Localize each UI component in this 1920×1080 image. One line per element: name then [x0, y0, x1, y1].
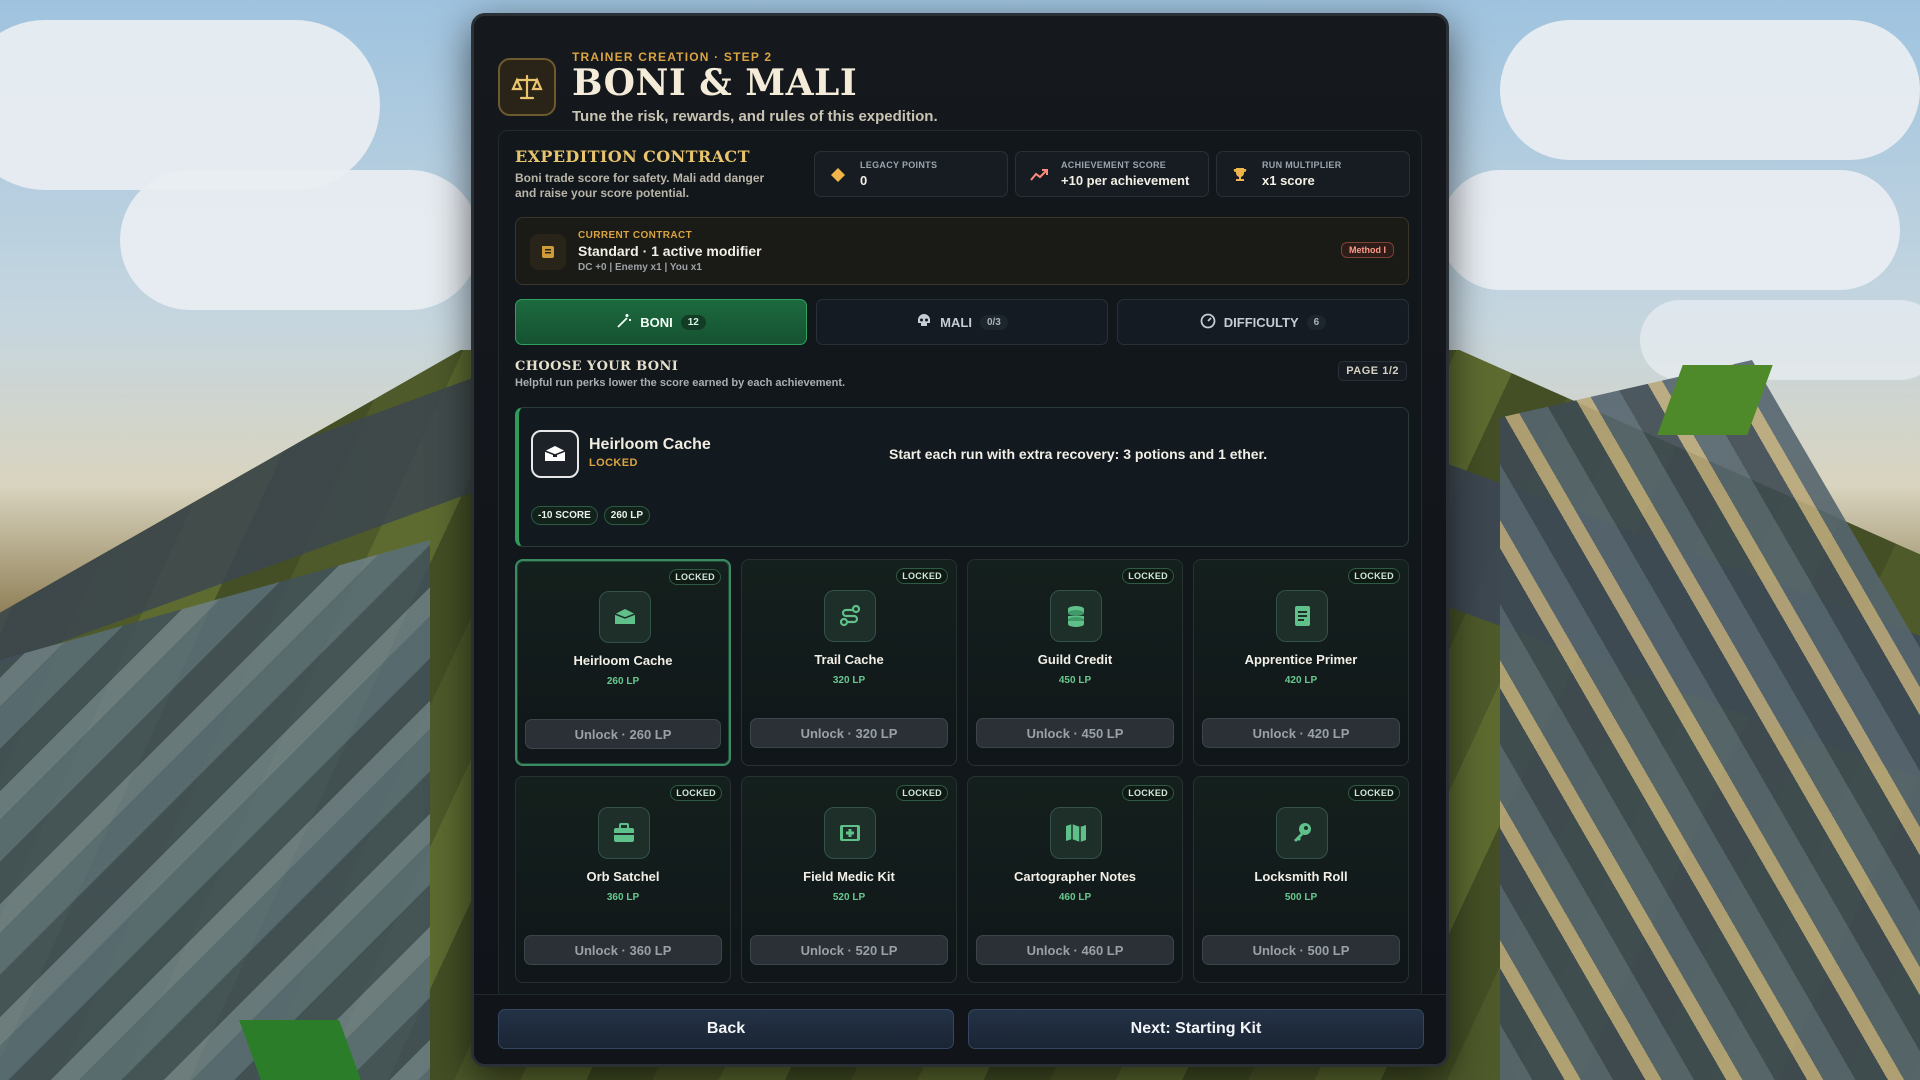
lp-chip: 260 LP: [603, 506, 651, 525]
perk-card-heirloom-cache[interactable]: LOCKED Heirloom Cache 260 LP Unlock · 26…: [515, 559, 731, 766]
unlock-button[interactable]: Unlock · 500 LP: [1202, 935, 1400, 965]
unlock-button[interactable]: Unlock · 460 LP: [976, 935, 1174, 965]
panel-header: TRAINER CREATION · STEP 2 BONI & MALI Tu…: [498, 44, 1422, 134]
panel-footer: Back Next: Starting Kit: [474, 994, 1446, 1064]
score-chip: -10 SCORE: [531, 506, 598, 525]
perk-card-guild-credit[interactable]: LOCKED Guild Credit 450 LP Unlock · 450 …: [967, 559, 1183, 766]
section-title: CHOOSE YOUR BONI: [515, 359, 679, 374]
tab-boni[interactable]: BONI 12: [515, 299, 807, 345]
perk-card-name: Field Medic Kit: [803, 869, 895, 884]
wand-icon: [616, 313, 632, 332]
diamond-icon: [827, 164, 849, 186]
legacy-points-value: 0: [860, 173, 868, 188]
locked-badge: LOCKED: [1122, 785, 1174, 801]
back-button[interactable]: Back: [498, 1009, 954, 1049]
chest-icon: [599, 591, 651, 643]
perk-card-cartographer-notes[interactable]: LOCKED Cartographer Notes 460 LP Unlock …: [967, 776, 1183, 983]
perk-card-trail-cache[interactable]: LOCKED Trail Cache 320 LP Unlock · 320 L…: [741, 559, 957, 766]
tab-mali[interactable]: MALI 0/3: [816, 299, 1108, 345]
unlock-button[interactable]: Unlock · 320 LP: [750, 718, 948, 748]
locked-badge: LOCKED: [1122, 568, 1174, 584]
tab-difficulty[interactable]: DIFFICULTY 6: [1117, 299, 1409, 345]
perk-card-cost: 420 LP: [1284, 675, 1318, 686]
tab-difficulty-count: 6: [1306, 314, 1327, 330]
trend-icon: [1028, 164, 1050, 186]
perk-card-cost: 360 LP: [606, 892, 640, 903]
unlock-button[interactable]: Unlock · 420 LP: [1202, 718, 1400, 748]
run-multiplier-value: x1 score: [1262, 173, 1315, 188]
perk-card-name: Heirloom Cache: [573, 653, 673, 668]
perk-name: Heirloom Cache: [589, 436, 711, 453]
next-button[interactable]: Next: Starting Kit: [968, 1009, 1424, 1049]
locked-badge: LOCKED: [1348, 785, 1400, 801]
perk-card-field-medic-kit[interactable]: LOCKED Field Medic Kit 520 LP Unlock · 5…: [741, 776, 957, 983]
book-icon: [1276, 590, 1328, 642]
perk-card-name: Apprentice Primer: [1244, 652, 1358, 667]
perk-description: Start each run with extra recovery: 3 po…: [889, 446, 1268, 462]
current-contract-card: CURRENT CONTRACT Standard · 1 active mod…: [515, 217, 1409, 285]
tab-boni-count: 12: [680, 314, 706, 330]
contract-content: EXPEDITION CONTRACT Boni trade score for…: [498, 130, 1422, 1010]
page-title: BONI & MALI: [572, 62, 858, 104]
perk-card-name: Trail Cache: [814, 652, 884, 667]
selected-perk-detail: Heirloom Cache LOCKED Start each run wit…: [515, 407, 1409, 547]
coins-icon: [1050, 590, 1102, 642]
skull-icon: [916, 313, 932, 332]
tab-mali-count: 0/3: [979, 314, 1008, 330]
unlock-button[interactable]: Unlock · 520 LP: [750, 935, 948, 965]
achievement-score-value: +10 per achievement: [1061, 173, 1190, 188]
route-icon: [824, 590, 876, 642]
perk-card-name: Cartographer Notes: [1013, 869, 1137, 884]
perk-card-cost: 520 LP: [832, 892, 866, 903]
stat-legacy-points: LEGACY POINTS 0: [814, 151, 1008, 197]
locked-badge: LOCKED: [896, 785, 948, 801]
page-subtitle: Tune the risk, rewards, and rules of thi…: [572, 108, 938, 125]
perk-status: LOCKED: [589, 457, 638, 469]
contract-title: EXPEDITION CONTRACT: [515, 147, 750, 166]
map-icon: [1050, 807, 1102, 859]
perk-card-cost: 500 LP: [1284, 892, 1318, 903]
medkit-icon: [824, 807, 876, 859]
briefcase-icon: [598, 807, 650, 859]
perk-card-name: Guild Credit: [1037, 652, 1113, 667]
stat-achievement-score: ACHIEVEMENT SCORE +10 per achievement: [1015, 151, 1209, 197]
perk-card-cost: 260 LP: [606, 676, 640, 687]
locked-badge: LOCKED: [670, 785, 722, 801]
perk-card-apprentice-primer[interactable]: LOCKED Apprentice Primer 420 LP Unlock ·…: [1193, 559, 1409, 766]
gauge-icon: [1200, 313, 1216, 332]
current-contract-value: Standard · 1 active modifier: [578, 243, 762, 259]
locked-badge: LOCKED: [896, 568, 948, 584]
unlock-button[interactable]: Unlock · 260 LP: [525, 719, 721, 749]
chest-icon: [531, 430, 579, 478]
unlock-button[interactable]: Unlock · 360 LP: [524, 935, 722, 965]
key-icon: [1276, 807, 1328, 859]
locked-badge: LOCKED: [1348, 568, 1400, 584]
perk-chips: -10 SCORE 260 LP: [531, 506, 651, 525]
scale-icon: [498, 58, 556, 116]
locked-badge: LOCKED: [669, 569, 721, 585]
boni-mali-panel: TRAINER CREATION · STEP 2 BONI & MALI Tu…: [471, 13, 1449, 1067]
stat-run-multiplier: RUN MULTIPLIER x1 score: [1216, 151, 1410, 197]
perk-card-locksmith-roll[interactable]: LOCKED Locksmith Roll 500 LP Unlock · 50…: [1193, 776, 1409, 983]
method-badge: Method I: [1341, 242, 1394, 258]
scroll-icon: [530, 234, 566, 270]
perk-card-cost: 460 LP: [1058, 892, 1092, 903]
perk-card-name: Locksmith Roll: [1254, 869, 1348, 884]
current-contract-meta: DC +0 | Enemy x1 | You x1: [578, 262, 702, 273]
section-subtitle: Helpful run perks lower the score earned…: [515, 377, 846, 389]
perk-card-cost: 450 LP: [1058, 675, 1092, 686]
trophy-icon: [1229, 164, 1251, 186]
page-indicator[interactable]: PAGE 1/2: [1338, 361, 1407, 381]
contract-description: Boni trade score for safety. Mali add da…: [515, 171, 765, 200]
perk-card-cost: 320 LP: [832, 675, 866, 686]
perk-card-name: Orb Satchel: [586, 869, 660, 884]
perk-card-orb-satchel[interactable]: LOCKED Orb Satchel 360 LP Unlock · 360 L…: [515, 776, 731, 983]
unlock-button[interactable]: Unlock · 450 LP: [976, 718, 1174, 748]
